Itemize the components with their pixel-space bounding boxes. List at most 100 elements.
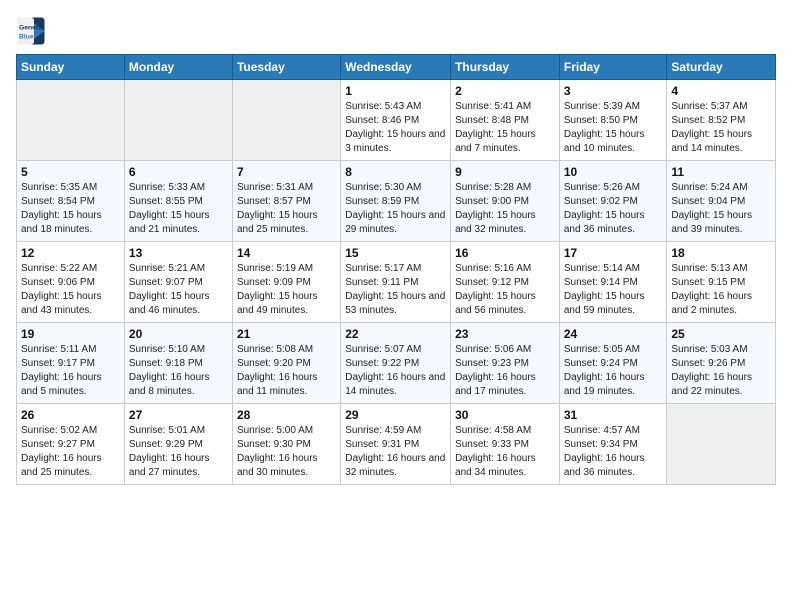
day-cell: 2 Sunrise: 5:41 AM Sunset: 8:48 PM Daylig… (451, 80, 560, 161)
day-number: 6 (129, 165, 228, 179)
day-number: 10 (564, 165, 663, 179)
day-cell: 17 Sunrise: 5:14 AM Sunset: 9:14 PM Dayli… (559, 242, 667, 323)
day-number: 12 (21, 246, 120, 260)
day-detail: Sunrise: 5:14 AM Sunset: 9:14 PM Dayligh… (564, 262, 663, 318)
day-number: 16 (455, 246, 555, 260)
header-tuesday: Tuesday (232, 55, 340, 80)
day-number: 26 (21, 408, 120, 422)
day-detail: Sunrise: 4:58 AM Sunset: 9:33 PM Dayligh… (455, 424, 555, 480)
week-row-1: 1 Sunrise: 5:43 AM Sunset: 8:46 PM Daylig… (17, 80, 776, 161)
day-cell: 9 Sunrise: 5:28 AM Sunset: 9:00 PM Daylig… (451, 161, 560, 242)
day-cell: 22 Sunrise: 5:07 AM Sunset: 9:22 PM Dayli… (341, 323, 451, 404)
day-number: 29 (345, 408, 446, 422)
day-detail: Sunrise: 5:08 AM Sunset: 9:20 PM Dayligh… (237, 343, 336, 399)
day-cell: 20 Sunrise: 5:10 AM Sunset: 9:18 PM Dayli… (124, 323, 232, 404)
logo-icon: General Blue (16, 16, 46, 46)
day-cell: 5 Sunrise: 5:35 AM Sunset: 8:54 PM Daylig… (17, 161, 125, 242)
day-number: 9 (455, 165, 555, 179)
calendar-header-row: SundayMondayTuesdayWednesdayThursdayFrid… (17, 55, 776, 80)
week-row-2: 5 Sunrise: 5:35 AM Sunset: 8:54 PM Daylig… (17, 161, 776, 242)
day-cell: 23 Sunrise: 5:06 AM Sunset: 9:23 PM Dayli… (451, 323, 560, 404)
day-number: 30 (455, 408, 555, 422)
day-detail: Sunrise: 5:33 AM Sunset: 8:55 PM Dayligh… (129, 181, 228, 237)
day-detail: Sunrise: 5:30 AM Sunset: 8:59 PM Dayligh… (345, 181, 446, 237)
day-detail: Sunrise: 5:43 AM Sunset: 8:46 PM Dayligh… (345, 100, 446, 156)
calendar-table: SundayMondayTuesdayWednesdayThursdayFrid… (16, 54, 776, 485)
day-detail: Sunrise: 5:41 AM Sunset: 8:48 PM Dayligh… (455, 100, 555, 156)
day-number: 11 (671, 165, 771, 179)
day-number: 20 (129, 327, 228, 341)
day-detail: Sunrise: 5:03 AM Sunset: 9:26 PM Dayligh… (671, 343, 771, 399)
day-cell: 7 Sunrise: 5:31 AM Sunset: 8:57 PM Daylig… (232, 161, 340, 242)
week-row-5: 26 Sunrise: 5:02 AM Sunset: 9:27 PM Dayli… (17, 404, 776, 485)
header-monday: Monday (124, 55, 232, 80)
day-number: 15 (345, 246, 446, 260)
day-detail: Sunrise: 5:10 AM Sunset: 9:18 PM Dayligh… (129, 343, 228, 399)
day-number: 5 (21, 165, 120, 179)
header-wednesday: Wednesday (341, 55, 451, 80)
header-thursday: Thursday (451, 55, 560, 80)
day-detail: Sunrise: 5:17 AM Sunset: 9:11 PM Dayligh… (345, 262, 446, 318)
day-number: 13 (129, 246, 228, 260)
day-cell: 12Sunrise: 5:22 AM Sunset: 9:06 PM Dayli… (17, 242, 125, 323)
header-friday: Friday (559, 55, 667, 80)
day-detail: Sunrise: 5:35 AM Sunset: 8:54 PM Dayligh… (21, 181, 120, 237)
day-number: 22 (345, 327, 446, 341)
day-detail: Sunrise: 5:39 AM Sunset: 8:50 PM Dayligh… (564, 100, 663, 156)
logo: General Blue (16, 16, 46, 46)
day-cell: 24 Sunrise: 5:05 AM Sunset: 9:24 PM Dayli… (559, 323, 667, 404)
day-cell: 1 Sunrise: 5:43 AM Sunset: 8:46 PM Daylig… (341, 80, 451, 161)
day-cell: 11 Sunrise: 5:24 AM Sunset: 9:04 PM Dayli… (667, 161, 776, 242)
day-cell: 18 Sunrise: 5:13 AM Sunset: 9:15 PM Dayli… (667, 242, 776, 323)
day-detail: Sunrise: 5:05 AM Sunset: 9:24 PM Dayligh… (564, 343, 663, 399)
day-detail: Sunrise: 5:26 AM Sunset: 9:02 PM Dayligh… (564, 181, 663, 237)
day-detail: Sunrise: 5:19 AM Sunset: 9:09 PM Dayligh… (237, 262, 336, 318)
day-number: 4 (671, 84, 771, 98)
day-number: 31 (564, 408, 663, 422)
day-cell (17, 80, 125, 161)
day-cell: 14 Sunrise: 5:19 AM Sunset: 9:09 PM Dayli… (232, 242, 340, 323)
day-cell: 27 Sunrise: 5:01 AM Sunset: 9:29 PM Dayli… (124, 404, 232, 485)
day-number: 17 (564, 246, 663, 260)
svg-text:Blue: Blue (19, 34, 34, 41)
day-cell (667, 404, 776, 485)
day-detail: Sunrise: 5:28 AM Sunset: 9:00 PM Dayligh… (455, 181, 555, 237)
day-number: 14 (237, 246, 336, 260)
day-detail: Sunrise: 5:00 AM Sunset: 9:30 PM Dayligh… (237, 424, 336, 480)
week-row-3: 12Sunrise: 5:22 AM Sunset: 9:06 PM Dayli… (17, 242, 776, 323)
day-number: 24 (564, 327, 663, 341)
day-number: 3 (564, 84, 663, 98)
day-detail: Sunrise: 5:31 AM Sunset: 8:57 PM Dayligh… (237, 181, 336, 237)
day-detail: Sunrise: 5:07 AM Sunset: 9:22 PM Dayligh… (345, 343, 446, 399)
day-number: 27 (129, 408, 228, 422)
day-cell: 28 Sunrise: 5:00 AM Sunset: 9:30 PM Dayli… (232, 404, 340, 485)
day-number: 28 (237, 408, 336, 422)
day-detail: Sunrise: 4:57 AM Sunset: 9:34 PM Dayligh… (564, 424, 663, 480)
day-number: 7 (237, 165, 336, 179)
day-detail: Sunrise: 5:01 AM Sunset: 9:29 PM Dayligh… (129, 424, 228, 480)
day-number: 23 (455, 327, 555, 341)
day-cell: 3 Sunrise: 5:39 AM Sunset: 8:50 PM Daylig… (559, 80, 667, 161)
day-detail: Sunrise: 5:06 AM Sunset: 9:23 PM Dayligh… (455, 343, 555, 399)
day-number: 1 (345, 84, 446, 98)
day-detail: Sunrise: 5:02 AM Sunset: 9:27 PM Dayligh… (21, 424, 120, 480)
day-cell: 29 Sunrise: 4:59 AM Sunset: 9:31 PM Dayli… (341, 404, 451, 485)
day-cell: 6 Sunrise: 5:33 AM Sunset: 8:55 PM Daylig… (124, 161, 232, 242)
day-cell: 30 Sunrise: 4:58 AM Sunset: 9:33 PM Dayli… (451, 404, 560, 485)
day-cell: 16 Sunrise: 5:16 AM Sunset: 9:12 PM Dayli… (451, 242, 560, 323)
day-cell: 8 Sunrise: 5:30 AM Sunset: 8:59 PM Daylig… (341, 161, 451, 242)
day-detail: Sunrise: 5:24 AM Sunset: 9:04 PM Dayligh… (671, 181, 771, 237)
day-detail: Sunrise: 5:37 AM Sunset: 8:52 PM Dayligh… (671, 100, 771, 156)
day-cell: 15 Sunrise: 5:17 AM Sunset: 9:11 PM Dayli… (341, 242, 451, 323)
day-number: 2 (455, 84, 555, 98)
day-detail: Sunrise: 5:16 AM Sunset: 9:12 PM Dayligh… (455, 262, 555, 318)
day-number: 18 (671, 246, 771, 260)
day-cell: 19Sunrise: 5:11 AM Sunset: 9:17 PM Dayli… (17, 323, 125, 404)
day-cell: 25Sunrise: 5:03 AM Sunset: 9:26 PM Dayli… (667, 323, 776, 404)
day-cell: 31 Sunrise: 4:57 AM Sunset: 9:34 PM Dayli… (559, 404, 667, 485)
day-number: 8 (345, 165, 446, 179)
day-detail: Sunrise: 5:21 AM Sunset: 9:07 PM Dayligh… (129, 262, 228, 318)
day-detail: Sunrise: 5:13 AM Sunset: 9:15 PM Dayligh… (671, 262, 771, 318)
day-detail: Sunrise: 4:59 AM Sunset: 9:31 PM Dayligh… (345, 424, 446, 480)
day-cell: 4 Sunrise: 5:37 AM Sunset: 8:52 PM Daylig… (667, 80, 776, 161)
